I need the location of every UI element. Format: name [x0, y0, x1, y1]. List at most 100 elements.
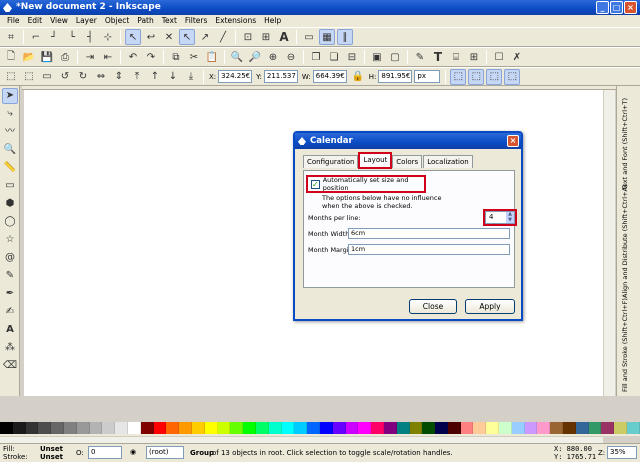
color-swatch[interactable]	[230, 422, 244, 434]
group-icon[interactable]: ▣	[369, 49, 385, 65]
month-width-field[interactable]: 6cm	[348, 228, 510, 239]
selector-tool-icon[interactable]: ➤	[2, 88, 18, 104]
unlink-clone-icon[interactable]: ⊟	[344, 49, 360, 65]
color-swatch[interactable]	[63, 422, 77, 434]
tweak-tool-icon[interactable]: 〰	[2, 124, 18, 140]
color-swatch[interactable]	[499, 422, 512, 434]
color-swatch[interactable]	[204, 422, 218, 434]
color-swatch[interactable]	[153, 422, 167, 434]
node-tool-icon[interactable]: ⤷	[2, 106, 18, 122]
color-swatch[interactable]	[588, 422, 602, 434]
snap-path-intersections-icon[interactable]: ✕	[161, 29, 177, 45]
fill-value[interactable]: Unset	[40, 445, 63, 453]
calligraphy-tool-icon[interactable]: ✍	[2, 304, 18, 320]
color-swatch[interactable]	[268, 422, 282, 434]
zoom-drawing-icon[interactable]: 🔎	[247, 49, 263, 65]
color-swatch[interactable]	[25, 422, 39, 434]
snap-paths-icon[interactable]: ↩	[143, 29, 159, 45]
color-swatch[interactable]	[0, 422, 13, 434]
color-swatch[interactable]	[601, 422, 615, 434]
print-icon[interactable]: ⎙	[57, 49, 73, 65]
menu-file[interactable]: File	[3, 15, 24, 27]
months-per-line-spinner[interactable]: 4 ▲ ▼	[483, 209, 517, 226]
transform-patterns-icon[interactable]: ⬚	[504, 68, 521, 85]
menu-filters[interactable]: Filters	[181, 15, 211, 27]
zoom-field[interactable]: 35%	[607, 446, 637, 459]
menu-layer[interactable]: Layer	[72, 15, 101, 27]
cut-icon[interactable]: ✂	[186, 49, 202, 65]
snap-nodes-icon[interactable]: ↖	[125, 29, 141, 45]
y-field[interactable]: 211.537	[263, 70, 298, 83]
close-window-button[interactable]: ×	[624, 1, 637, 14]
snap-guides-icon[interactable]: ∥	[337, 29, 353, 45]
raise-to-top-icon[interactable]: ⤒	[129, 69, 145, 85]
select-all-icon[interactable]: ⬚	[3, 69, 19, 85]
color-swatch[interactable]	[127, 422, 141, 434]
lower-icon[interactable]: ↓	[165, 69, 181, 85]
color-swatch[interactable]	[76, 422, 90, 434]
snap-text-baseline-icon[interactable]: A	[276, 29, 292, 45]
zoom-tool-icon[interactable]: 🔍	[2, 142, 18, 158]
snap-midpoints-icon[interactable]: ╱	[215, 29, 231, 45]
open-icon[interactable]: 📂	[21, 49, 37, 65]
clone-icon[interactable]: ❏	[326, 49, 342, 65]
menu-object[interactable]: Object	[101, 15, 133, 27]
color-swatch[interactable]	[281, 422, 295, 434]
spray-tool-icon[interactable]: ⁂	[2, 340, 18, 356]
color-swatch[interactable]	[102, 422, 116, 434]
color-swatch[interactable]	[345, 422, 359, 434]
dock-tab-text-font[interactable]: Text and Font (Shift+Ctrl+T)	[621, 92, 637, 190]
color-swatch[interactable]	[166, 422, 180, 434]
eraser-tool-icon[interactable]: ⌫	[2, 358, 18, 374]
w-field[interactable]: 664.39€	[312, 70, 347, 83]
color-swatch[interactable]	[396, 422, 410, 434]
snap-cusp-nodes-icon[interactable]: ↖	[179, 29, 195, 45]
measure-tool-icon[interactable]: 📏	[2, 160, 18, 176]
text-tool-icon[interactable]: A	[2, 322, 18, 338]
auto-size-checkbox[interactable]: ✓	[311, 179, 320, 189]
color-swatch[interactable]	[575, 422, 589, 434]
preferences-icon[interactable]: ☐	[491, 49, 507, 65]
zoom-page-icon[interactable]: ⊕	[265, 49, 281, 65]
h-field[interactable]: 891.95€	[378, 70, 413, 83]
ungroup-icon[interactable]: ▢	[387, 49, 403, 65]
unit-select[interactable]: px	[414, 70, 441, 83]
snap-bbox-edge-icon[interactable]: ┘	[46, 29, 62, 45]
menu-help[interactable]: Help	[260, 15, 285, 27]
color-swatch[interactable]	[307, 422, 320, 434]
snap-page-border-icon[interactable]: ▭	[301, 29, 317, 45]
star-tool-icon[interactable]: ☆	[2, 232, 18, 248]
xml-editor-icon[interactable]: ⌸	[448, 49, 464, 65]
transform-gradients-icon[interactable]: ⬚	[486, 68, 503, 85]
color-swatch[interactable]	[89, 422, 103, 434]
document-properties-icon[interactable]: ✗	[509, 49, 525, 65]
rotate-ccw-icon[interactable]: ↺	[57, 69, 73, 85]
dock-tab-fill-stroke[interactable]: Fill and Stroke (Shift+Ctrl+F)	[621, 298, 637, 392]
flip-horizontal-icon[interactable]: ⇔	[93, 69, 109, 85]
pen-tool-icon[interactable]: ✒	[2, 286, 18, 302]
snap-object-center-icon[interactable]: ⊡	[240, 29, 256, 45]
color-swatch[interactable]	[115, 422, 128, 434]
tab-configuration[interactable]: Configuration	[303, 155, 359, 168]
deselect-icon[interactable]: ▭	[39, 69, 55, 85]
ellipse-tool-icon[interactable]: ◯	[2, 214, 18, 230]
color-swatch[interactable]	[332, 422, 346, 434]
raise-icon[interactable]: ↑	[147, 69, 163, 85]
color-swatch[interactable]	[12, 422, 26, 434]
redo-icon[interactable]: ↷	[143, 49, 159, 65]
dialog-apply-button[interactable]: Apply	[465, 299, 515, 314]
color-swatch[interactable]	[217, 422, 231, 434]
fill-stroke-icon[interactable]: ✎	[412, 49, 428, 65]
paste-icon[interactable]: 📋	[204, 49, 220, 65]
color-swatch[interactable]	[191, 422, 205, 434]
color-swatch[interactable]	[460, 422, 474, 434]
month-margin-field[interactable]: 1cm	[348, 244, 510, 255]
minimize-button[interactable]: _	[596, 1, 609, 14]
menu-extensions[interactable]: Extensions	[211, 15, 260, 27]
color-swatch[interactable]	[486, 422, 500, 434]
stroke-value[interactable]: Unset	[40, 453, 63, 461]
color-swatch[interactable]	[358, 422, 372, 434]
layer-select[interactable]: (root)	[146, 446, 184, 459]
zoom-width-icon[interactable]: ⊖	[283, 49, 299, 65]
color-swatch[interactable]	[627, 422, 640, 434]
